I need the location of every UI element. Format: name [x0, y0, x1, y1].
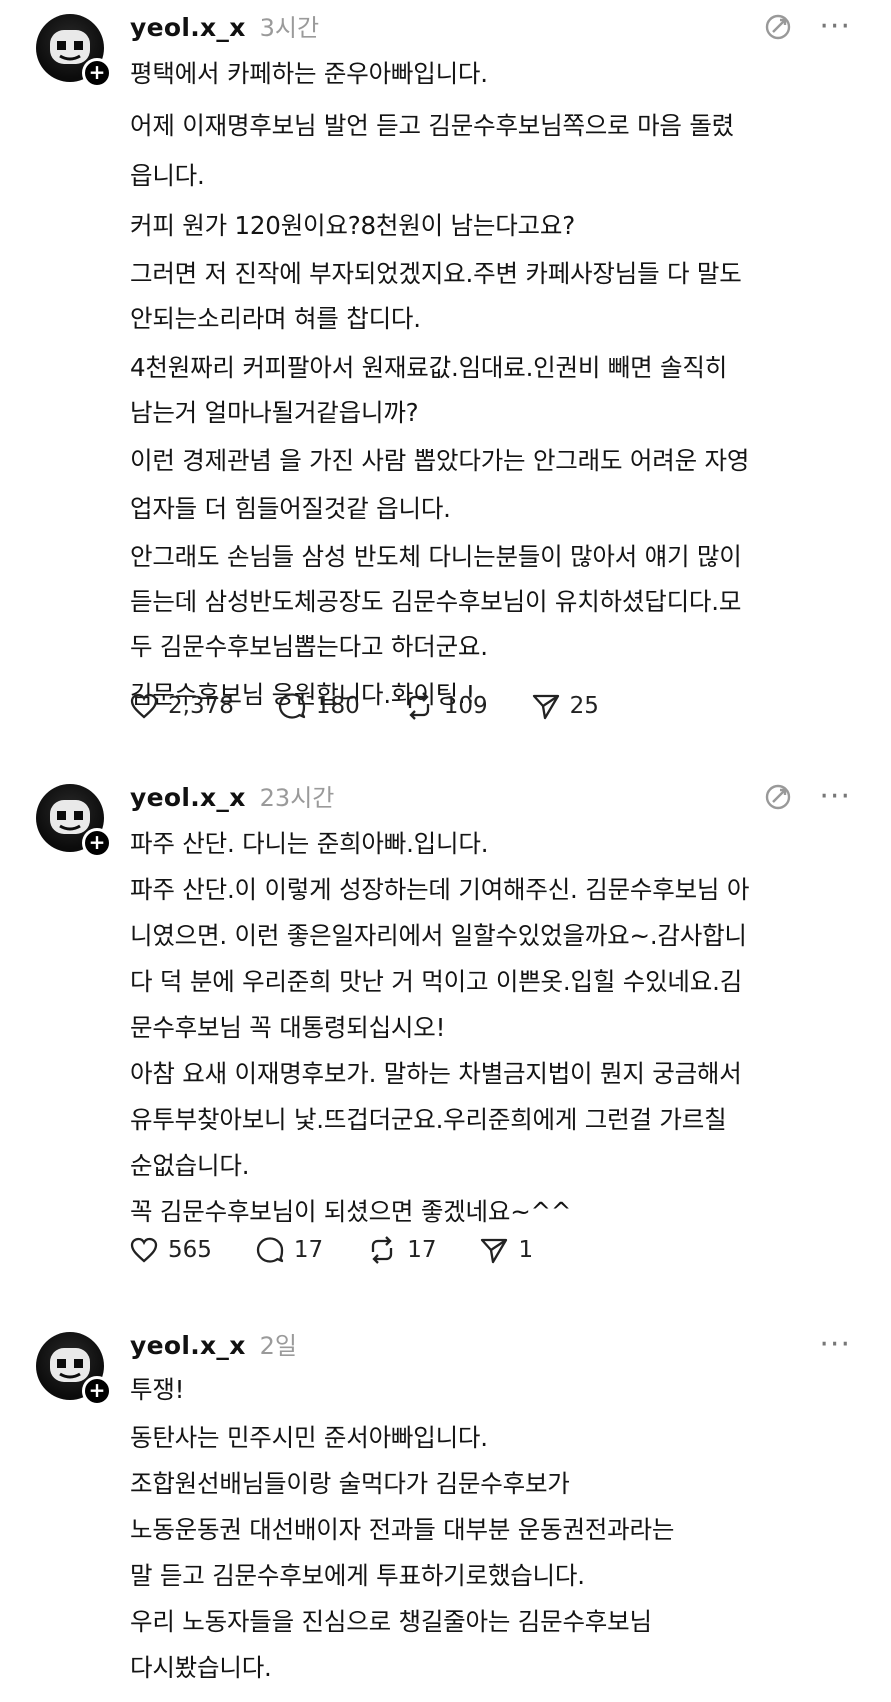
post-header: yeol.x_x 2일	[130, 1326, 297, 1366]
post-line: 유투부찾아보니 낯.뜨겁더군요.우리준희에게 그런걸 가르칠	[130, 1105, 727, 1134]
post-line: 듣는데 삼성반도체공장도 김문수후보님이 유치하셨답디다.모	[130, 587, 742, 616]
post-line: 안그래도 손님들 삼성 반도체 다니는분들이 많아서 얘기 많이	[130, 542, 742, 571]
post-line: 니였으면. 이런 좋은일자리에서 일할수있었을까요~.감사합니	[130, 921, 747, 950]
repost-count: 17	[407, 1237, 437, 1263]
share-count: 1	[518, 1237, 534, 1263]
like-count: 2,378	[168, 693, 234, 719]
send-icon	[532, 694, 559, 720]
post-line: 파주 산단. 다니는 준희아빠.입니다.	[130, 829, 489, 858]
post-header-icons: ···	[819, 1330, 851, 1360]
post-header-icons: ···	[763, 12, 851, 42]
timestamp: 2일	[259, 1332, 298, 1360]
post-header: yeol.x_x 3시간	[130, 8, 319, 48]
post-line: 다시봤습니다.	[130, 1653, 272, 1682]
like-button[interactable]: 565	[130, 1237, 212, 1263]
follow-plus-icon[interactable]: +	[82, 58, 112, 88]
reply-button[interactable]: 17	[256, 1236, 323, 1264]
username[interactable]: yeol.x_x	[130, 13, 246, 42]
post-body: 평택에서 카페하는 준우아빠입니다. 어제 이재명후보님 발언 듣고 김문수후보…	[130, 58, 860, 719]
post-line: 다 덕 분에 우리준희 맛난 거 먹이고 이쁜옷.입힐 수있네요.김	[130, 967, 743, 996]
post-line: 업자들 더 힘들어질것같 읍니다.	[130, 494, 451, 523]
post-line: 평택에서 카페하는 준우아빠입니다.	[130, 59, 488, 88]
post-line: 두 김문수후보님뽑는다고 하더군요.	[130, 632, 488, 661]
heart-icon	[130, 693, 158, 719]
translate-icon[interactable]	[763, 12, 793, 42]
post-line: 아참 요새 이재명후보가. 말하는 차별금지법이 뭔지 궁금해서	[130, 1059, 742, 1088]
heart-icon	[130, 1237, 158, 1263]
more-dots-icon[interactable]: ···	[819, 782, 851, 812]
post-line: 노동운동권 대선배이자 전과들 대부분 운동권전과라는	[130, 1515, 675, 1544]
reply-bubble-icon	[256, 1237, 284, 1263]
more-dots-icon[interactable]: ···	[819, 12, 851, 42]
repost-icon	[372, 1236, 393, 1264]
follow-plus-icon[interactable]: +	[82, 1376, 112, 1406]
post-line: 4천원짜리 커피팔아서 원재료값.임대료.인권비 빼면 솔직히	[130, 353, 728, 382]
post-line: 문수후보님 꼭 대통령되십시오!	[130, 1013, 446, 1042]
repost-count: 109	[443, 693, 488, 719]
post-body: 파주 산단. 다니는 준희아빠.입니다. 파주 산단.이 이렇게 성장하는데 기…	[130, 828, 860, 1236]
timestamp: 23시간	[259, 784, 335, 812]
username[interactable]: yeol.x_x	[130, 783, 246, 812]
post-line: 우리 노동자들을 진심으로 챙길줄아는 김문수후보님	[130, 1607, 652, 1636]
post-header: yeol.x_x 23시간	[130, 778, 334, 818]
share-count: 25	[569, 693, 599, 719]
like-count: 565	[168, 1237, 212, 1263]
reply-count: 17	[293, 1237, 324, 1263]
action-bar: 2,378 180 109 25	[130, 692, 599, 720]
post-line: 이런 경제관념 을 가진 사람 뽑았다가는 안그래도 어려운 자영	[130, 446, 750, 475]
reply-bubble-icon	[278, 693, 306, 719]
avatar[interactable]: +	[36, 14, 112, 88]
post-line: 어제 이재명후보님 발언 듣고 김문수후보님쪽으로 마음 돌렸	[130, 111, 735, 140]
share-button[interactable]: 1	[480, 1236, 533, 1264]
post-line: 파주 산단.이 이렇게 성장하는데 기여해주신. 김문수후보님 아	[130, 875, 750, 904]
username[interactable]: yeol.x_x	[130, 1331, 246, 1360]
post-body: 투쟁! 동탄사는 민주시민 준서아빠입니다. 조합원선배님들이랑 술먹다가 김문…	[130, 1374, 860, 1692]
post-line: 동탄사는 민주시민 준서아빠입니다.	[130, 1423, 488, 1452]
post-1: + yeol.x_x 3시간 ··· 평택에서 카페하는 준우아빠입니다. 어제…	[0, 0, 891, 730]
post-line: 꼭 김문수후보님이 되셨으면 좋겠네요~^^	[130, 1197, 572, 1226]
post-line: 그러면 저 진작에 부자되었겠지요.주변 카페사장님들 다 말도	[130, 259, 742, 288]
post-line: 남는거 얼마나될거같읍니까?	[130, 398, 419, 427]
reply-count: 180	[315, 693, 360, 719]
timestamp: 3시간	[259, 14, 320, 42]
like-button[interactable]: 2,378	[130, 693, 234, 719]
avatar[interactable]: +	[36, 784, 112, 858]
post-2: + yeol.x_x 23시간 ··· 파주 산단. 다니는 준희아빠.입니다.…	[0, 770, 891, 1300]
avatar[interactable]: +	[36, 1332, 112, 1406]
post-line: 읍니다.	[130, 161, 205, 190]
post-line: 안되는소리라며 혀를 찹디다.	[130, 304, 421, 333]
post-line: 순없습니다.	[130, 1151, 250, 1180]
post-line: 커피 원가 120원이요?8천원이 남는다고요?	[130, 211, 576, 240]
post-line: 투쟁!	[130, 1375, 185, 1404]
post-3: + yeol.x_x 2일 ··· 투쟁! 동탄사는 민주시민 준서아빠입니다.…	[0, 1318, 891, 1702]
post-header-icons: ···	[763, 782, 851, 812]
repost-button[interactable]: 17	[367, 1236, 436, 1264]
post-line: 말 듣고 김문수후보에게 투표하기로했습니다.	[130, 1561, 585, 1590]
follow-plus-icon[interactable]: +	[82, 828, 112, 858]
post-line: 조합원선배님들이랑 술먹다가 김문수후보가	[130, 1469, 570, 1498]
reply-button[interactable]: 180	[278, 692, 360, 720]
repost-button[interactable]: 109	[404, 692, 488, 720]
translate-icon[interactable]	[763, 782, 793, 812]
more-dots-icon[interactable]: ···	[819, 1330, 851, 1360]
action-bar: 565 17 17 1	[130, 1236, 533, 1264]
repost-icon	[408, 692, 429, 720]
send-icon	[481, 1238, 508, 1264]
share-button[interactable]: 25	[532, 692, 599, 720]
